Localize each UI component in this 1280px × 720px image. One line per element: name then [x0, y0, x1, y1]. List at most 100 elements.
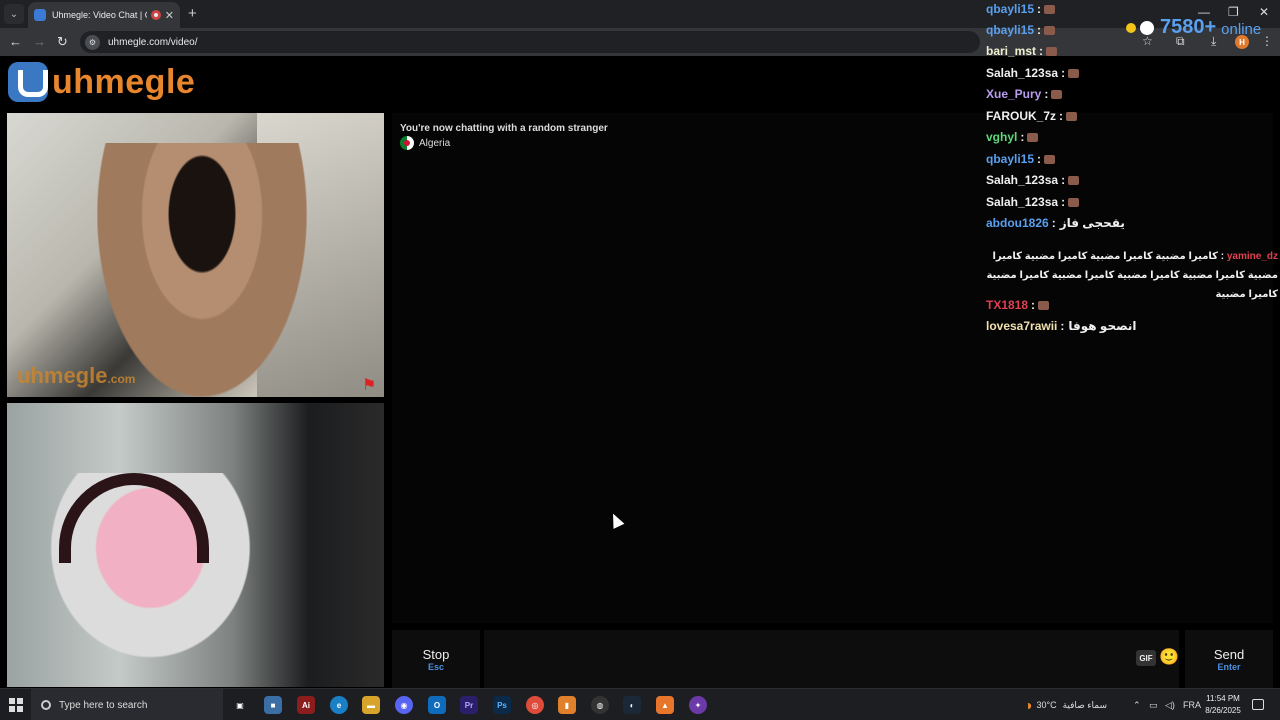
- feed-username[interactable]: Salah_123sa: [986, 173, 1058, 187]
- feed-username[interactable]: qbayli15: [986, 2, 1034, 16]
- adobe-illustrator-icon[interactable]: Ai: [297, 696, 315, 714]
- feed-message-text: يقحجى فاز: [1059, 216, 1125, 230]
- stop-button[interactable]: Stop Esc: [392, 630, 480, 688]
- feed-message: qbayli15:: [986, 150, 1278, 169]
- feed-separator: :: [1060, 319, 1065, 333]
- back-icon[interactable]: ←: [9, 34, 22, 50]
- messenger-icon[interactable]: ✦: [689, 696, 707, 714]
- site-info-icon[interactable]: ⚙: [85, 34, 100, 50]
- feed-emote-icon: [1044, 26, 1056, 36]
- app-a-icon[interactable]: ▲: [656, 696, 674, 714]
- search-placeholder: Type here to search: [59, 699, 148, 711]
- feed-emote-icon: [1068, 69, 1080, 79]
- weather-temp: 30°C: [1036, 700, 1057, 710]
- status-dot-yellow-icon: [1126, 22, 1136, 33]
- send-shortcut: Enter: [1217, 661, 1241, 672]
- stop-label: Stop: [422, 646, 450, 662]
- feed-emote-icon: [1068, 198, 1080, 208]
- chat-status-text: You're now chatting with a random strang…: [400, 123, 608, 134]
- feed-username[interactable]: lovesa7rawii: [986, 319, 1057, 333]
- discord-icon[interactable]: ◉: [395, 696, 413, 714]
- taskbar-search[interactable]: Type here to search: [31, 689, 223, 720]
- feed-separator: :: [1020, 130, 1025, 144]
- file-explorer-icon[interactable]: ▬: [362, 696, 380, 714]
- photoshop-icon[interactable]: Ps: [493, 696, 511, 714]
- feed-username[interactable]: qbayli15: [986, 23, 1034, 37]
- stranger-figure: [97, 143, 307, 397]
- recorder-icon[interactable]: ◍: [591, 696, 609, 714]
- status-dot-white-icon: [1140, 20, 1154, 35]
- report-flag-icon[interactable]: ⚑: [362, 375, 376, 395]
- feed-message: FAROUK_7z:: [986, 107, 1278, 126]
- feed-separator: :: [1037, 23, 1042, 37]
- feed-username[interactable]: Salah_123sa: [986, 66, 1058, 80]
- stop-shortcut: Esc: [427, 661, 444, 672]
- feed-username[interactable]: qbayli15: [986, 152, 1034, 166]
- new-tab-button[interactable]: +: [188, 5, 197, 22]
- feed-emote-icon: [1046, 47, 1058, 57]
- chat-controls: Stop Esc GIF 🙂 Send Enter: [392, 630, 1273, 688]
- video-watermark: uhmegle.com: [17, 363, 135, 389]
- chrome-icon[interactable]: ◎: [526, 696, 544, 714]
- logo-text: uhmegle: [52, 62, 196, 101]
- live-chat-feed: yamine_dz : كاميرا مضبية كاميرا مضبية كا…: [986, 0, 1278, 345]
- self-video: [7, 403, 384, 687]
- recording-icon: [150, 10, 161, 20]
- tray-overflow-icon[interactable]: ⌃: [1133, 689, 1141, 720]
- stranger-country: Algeria: [400, 136, 450, 150]
- feed-message: bari_mst:: [986, 42, 1278, 61]
- gif-button[interactable]: GIF: [1136, 650, 1156, 666]
- start-button-icon[interactable]: [9, 698, 23, 712]
- send-label: Send: [1213, 646, 1245, 662]
- tab-close-icon[interactable]: ✕: [165, 9, 174, 22]
- feed-separator: :: [1039, 44, 1044, 58]
- message-input[interactable]: [484, 630, 1179, 688]
- feed-separator: :: [1031, 298, 1036, 312]
- feed-message: Salah_123sa:: [986, 171, 1278, 190]
- network-icon[interactable]: ▭: [1149, 689, 1158, 720]
- task-view-icon[interactable]: ▣: [231, 696, 249, 714]
- notification-icon[interactable]: [1252, 699, 1264, 710]
- fl-studio-icon[interactable]: ▮: [558, 696, 576, 714]
- url-text[interactable]: uhmegle.com/video/: [108, 37, 198, 48]
- online-count: 7580+: [1160, 16, 1217, 38]
- feed-emote-icon: [1044, 5, 1056, 15]
- forward-icon[interactable]: →: [33, 34, 46, 50]
- store-icon[interactable]: ■: [264, 696, 282, 714]
- feed-message-text: انصحو هوفا: [1068, 319, 1137, 333]
- weather-widget[interactable]: ◑ 30°C سماء صافية: [1024, 689, 1107, 720]
- feed-separator: :: [1044, 87, 1049, 101]
- send-button[interactable]: Send Enter: [1185, 630, 1273, 688]
- feed-emote-icon: [1038, 301, 1050, 311]
- steam-icon[interactable]: ◐: [623, 696, 641, 714]
- feed-emote-icon: [1051, 90, 1063, 100]
- edge-icon[interactable]: e: [330, 696, 348, 714]
- volume-icon[interactable]: ◁): [1165, 689, 1175, 720]
- taskbar-clock[interactable]: 11:54 PM 8/26/2025: [1198, 693, 1248, 717]
- feed-separator: :: [1059, 109, 1064, 123]
- address-bar[interactable]: ⚙ uhmegle.com/video/: [80, 31, 980, 53]
- clock-date: 8/26/2025: [1205, 706, 1241, 715]
- feed-username[interactable]: bari_mst: [986, 44, 1036, 58]
- feed-username[interactable]: FAROUK_7z: [986, 109, 1056, 123]
- feed-separator: :: [1061, 173, 1066, 187]
- outlook-icon[interactable]: O: [428, 696, 446, 714]
- feed-emote-icon: [1066, 112, 1078, 122]
- feed-username[interactable]: yamine_dz: [1227, 251, 1278, 262]
- watermark-text: uhmegle: [17, 363, 108, 388]
- feed-message: abdou1826: يقحجى فاز: [986, 214, 1278, 233]
- windows-taskbar: Type here to search ▣ ■ Ai e ▬ ◉ O Pr Ps…: [0, 688, 1280, 720]
- feed-username[interactable]: vghyl: [986, 130, 1017, 144]
- feed-emote-icon: [1044, 155, 1056, 165]
- uhmegle-logo[interactable]: uhmegle: [8, 62, 195, 102]
- feed-username[interactable]: abdou1826: [986, 216, 1049, 230]
- reload-icon[interactable]: ↻: [57, 34, 68, 50]
- emoji-button[interactable]: 🙂: [1159, 647, 1179, 667]
- feed-username[interactable]: TX1818: [986, 298, 1028, 312]
- tab-uhmegle[interactable]: Uhmegle: Video Chat | Omegle ✕: [28, 2, 180, 28]
- feed-username[interactable]: Salah_123sa: [986, 195, 1058, 209]
- feed-username[interactable]: Xue_Pury: [986, 87, 1041, 101]
- tab-search-chevron-icon[interactable]: ⌄: [4, 4, 24, 24]
- feed-separator: :: [1061, 66, 1066, 80]
- premiere-icon[interactable]: Pr: [460, 696, 478, 714]
